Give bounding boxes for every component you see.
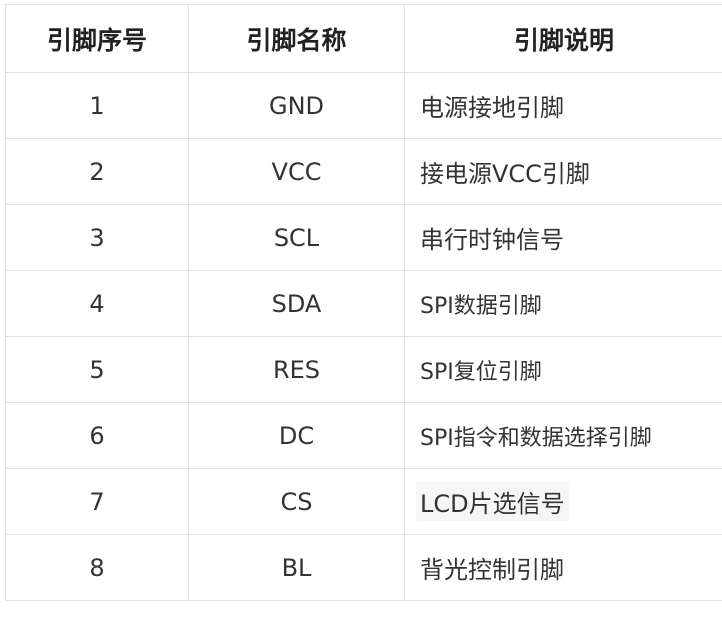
header-pin-description: 引脚说明 xyxy=(513,25,614,55)
pin-name-cell: BL xyxy=(189,535,405,600)
pin-name-cell: DC xyxy=(189,403,405,468)
pin-name-cell: GND xyxy=(189,73,405,138)
pin-description-cell: SPI复位引脚 xyxy=(405,337,722,402)
pin-number-cell: 1 xyxy=(6,73,189,138)
pin-number-cell: 3 xyxy=(6,205,189,270)
pin-description-cell: SPI数据引脚 xyxy=(405,271,722,336)
pin-number-cell: 6 xyxy=(6,403,189,468)
pin-description-cell: 接电源VCC引脚 xyxy=(405,139,722,204)
pin-description-text: 电源接地引脚 xyxy=(420,94,564,122)
pin-description-text: 接电源VCC引脚 xyxy=(420,160,590,188)
table-header-row: 引脚序号 引脚名称 引脚说明 xyxy=(6,5,722,73)
pin-description-text: SPI指令和数据选择引脚 xyxy=(420,425,652,451)
pin-description-text: LCD片选信号 xyxy=(416,482,569,521)
table-row: 1 GND 电源接地引脚 xyxy=(6,73,722,139)
pin-description-cell: LCD片选信号 xyxy=(405,469,722,534)
table-row: 3 SCL 串行时钟信号 xyxy=(6,205,722,271)
table-row: 7 CS LCD片选信号 xyxy=(6,469,722,535)
pin-name-cell: SDA xyxy=(189,271,405,336)
header-pin-number: 引脚序号 xyxy=(6,5,189,72)
pin-name-cell: RES xyxy=(189,337,405,402)
pin-number-cell: 5 xyxy=(6,337,189,402)
pin-description-cell: SPI指令和数据选择引脚 xyxy=(405,403,722,468)
pin-description-cell: 背光控制引脚 xyxy=(405,535,722,600)
header-pin-name: 引脚名称 xyxy=(189,5,405,72)
table-row: 5 RES SPI复位引脚 xyxy=(6,337,722,403)
table-row: 2 VCC 接电源VCC引脚 xyxy=(6,139,722,205)
table-row: 4 SDA SPI数据引脚 xyxy=(6,271,722,337)
pin-name-cell: SCL xyxy=(189,205,405,270)
pin-name-cell: VCC xyxy=(189,139,405,204)
pin-description-cell: 电源接地引脚 xyxy=(405,73,722,138)
pin-number-cell: 2 xyxy=(6,139,189,204)
pin-number-cell: 4 xyxy=(6,271,189,336)
pin-description-text: SPI复位引脚 xyxy=(420,359,542,385)
pin-number-cell: 8 xyxy=(6,535,189,600)
table-row: 8 BL 背光控制引脚 xyxy=(6,535,722,601)
pin-name-cell: CS xyxy=(189,469,405,534)
pin-table: 引脚序号 引脚名称 引脚说明 1 GND 电源接地引脚 2 VCC 接电源VCC… xyxy=(5,4,722,601)
pin-description-text: 背光控制引脚 xyxy=(420,556,564,584)
pin-description-text: SPI数据引脚 xyxy=(420,293,542,319)
pin-description-cell: 串行时钟信号 xyxy=(405,205,722,270)
pin-number-cell: 7 xyxy=(6,469,189,534)
table-row: 6 DC SPI指令和数据选择引脚 xyxy=(6,403,722,469)
pin-description-text: 串行时钟信号 xyxy=(420,226,564,254)
